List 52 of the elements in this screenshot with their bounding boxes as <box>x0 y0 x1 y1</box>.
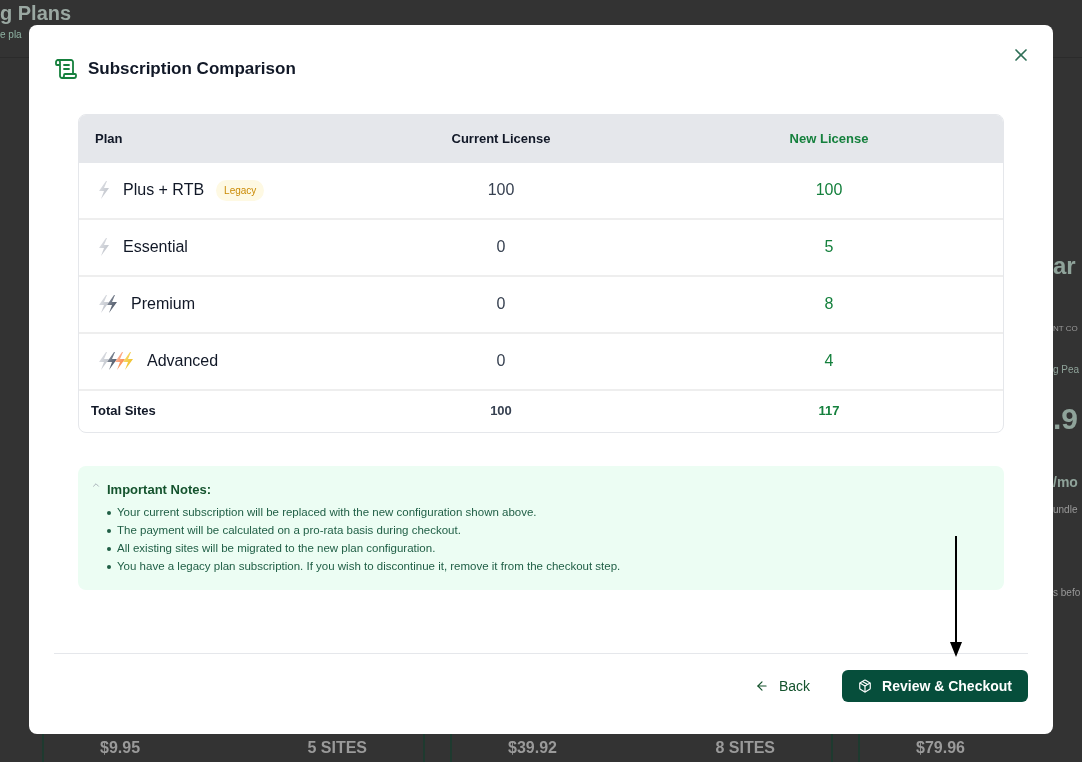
note-text: The payment will be calculated on a pro-rata basis during checkout. <box>117 523 461 539</box>
background-text: .9 <box>1053 404 1079 434</box>
lightning-icon <box>97 237 111 257</box>
background-text: undle <box>1053 503 1078 517</box>
table-cell-text: 0 <box>495 294 507 314</box>
bullet-icon <box>107 547 111 551</box>
column-header: Plan <box>94 129 124 148</box>
note-text: You have a legacy plan subscription. If you wish to discontinue it, remove it from the checkout step. <box>117 559 621 575</box>
total-label: Total Sites <box>90 402 157 421</box>
table-cell-text: 100 <box>489 402 513 421</box>
card-sites: 8 SITES <box>715 738 775 758</box>
lightning-icon <box>97 180 111 200</box>
card-price: $9.95 <box>100 738 141 758</box>
table-cell-text: 0 <box>495 351 507 371</box>
table-cell-text: 5 <box>823 237 835 257</box>
checkout-button[interactable]: Review & Checkout <box>842 670 1028 702</box>
table-cell-text: 0 <box>495 237 507 257</box>
background-text: g Pea <box>1053 363 1080 377</box>
plan-name: Plus + RTB <box>123 180 205 200</box>
background-text: ar <box>1053 254 1076 278</box>
page-title: g Plans <box>0 1 72 26</box>
bullet-icon <box>107 565 111 569</box>
background-text: s befo <box>1053 586 1081 600</box>
notes-title: Important Notes: <box>107 480 212 499</box>
background-text: /mo <box>1053 473 1078 492</box>
table-cell-text: 4 <box>823 351 835 371</box>
column-header: Current License <box>450 129 552 148</box>
scroll-icon <box>54 56 78 81</box>
table-cell-text: 100 <box>486 180 516 200</box>
table-cell-text: 8 <box>823 294 835 314</box>
bullet-icon <box>107 529 111 533</box>
back-button[interactable]: Back <box>754 675 811 697</box>
table-cell-text: 100 <box>814 180 844 200</box>
lightning-icon <box>97 351 135 371</box>
box-icon <box>858 679 873 693</box>
table-cell-text: 117 <box>817 402 841 421</box>
note-text: Your current subscription will be replaced with the new configuration shown above. <box>117 505 537 521</box>
arrow-left-icon <box>754 679 769 693</box>
plan-name: Essential <box>123 237 188 257</box>
card-price: $39.92 <box>508 738 557 758</box>
column-header: New License <box>788 129 870 148</box>
card-sites: 5 SITES <box>307 738 367 758</box>
lightning-icon <box>97 294 119 314</box>
page-subtitle: e pla <box>0 28 22 42</box>
background-text: NT CO <box>1053 323 1078 335</box>
dialog-title: Subscription Comparison <box>88 58 296 80</box>
legacy-badge: Legacy <box>216 179 265 201</box>
note-text: All existing sites will be migrated to the new plan configuration. <box>117 541 436 557</box>
card-price: $79.96 <box>916 738 965 758</box>
plan-name: Advanced <box>147 351 219 371</box>
plan-name: Premium <box>131 294 195 314</box>
bullet-icon <box>107 511 111 515</box>
